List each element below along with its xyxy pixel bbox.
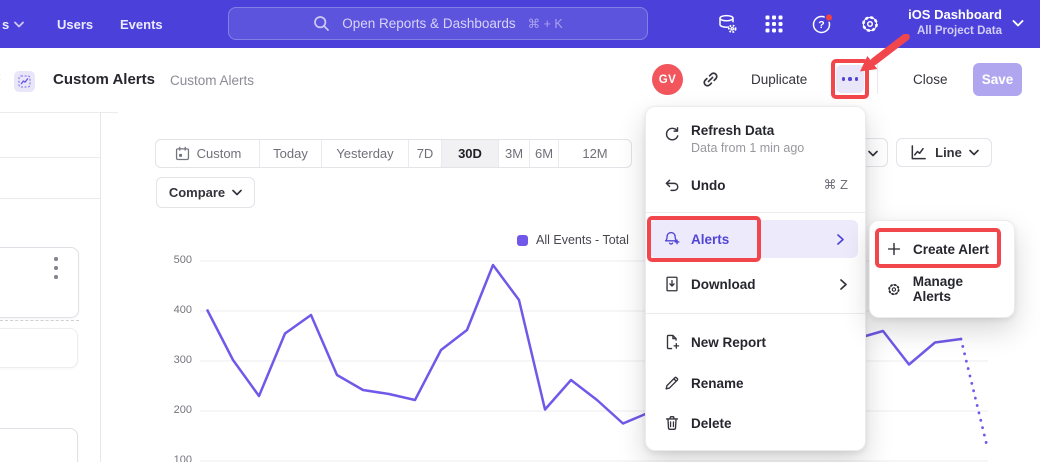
y-tick-label: 100: [158, 454, 192, 462]
menu-divider: [646, 212, 865, 213]
refresh-icon: [663, 126, 681, 144]
alerts-submenu: Create Alert Manage Alerts: [869, 220, 1015, 318]
date-range-7d[interactable]: 7D: [408, 140, 441, 167]
menu-divider: [646, 313, 865, 314]
y-tick-label: 400: [158, 304, 192, 316]
date-range-3m[interactable]: 3M: [498, 140, 529, 167]
notification-dot: [825, 14, 832, 21]
report-header: ‹ Custom Alerts Custom Alerts GV Duplica…: [0, 48, 1040, 112]
search-shortcut: ⌘ + K: [528, 16, 563, 31]
undo-icon: [663, 176, 681, 194]
close-button[interactable]: Close: [913, 72, 948, 87]
menu-item-delete[interactable]: Delete: [646, 403, 865, 443]
chevron-down-icon: [14, 21, 24, 28]
chevron-down-icon: [232, 189, 242, 196]
project-name: iOS Dashboard: [908, 6, 1002, 24]
search-icon: [313, 15, 330, 32]
kebab-menu-icon[interactable]: [54, 257, 58, 279]
svg-text:?: ?: [818, 19, 824, 31]
report-icon: [14, 71, 35, 92]
search-placeholder: Open Reports & Dashboards: [342, 16, 515, 31]
nav-item-users[interactable]: Users: [57, 0, 93, 48]
legend-label: All Events - Total: [536, 233, 629, 247]
date-range-today[interactable]: Today: [259, 140, 321, 167]
gear-icon: [886, 281, 902, 298]
data-management-icon[interactable]: [716, 13, 738, 35]
y-tick-label: 300: [158, 354, 192, 366]
chart-type-button[interactable]: Line: [896, 138, 992, 167]
compare-button[interactable]: Compare: [156, 177, 255, 208]
date-range-12m[interactable]: 12M: [558, 140, 631, 167]
breadcrumb: Custom Alerts: [170, 73, 254, 88]
date-range-custom[interactable]: Custom: [156, 140, 259, 167]
more-options-menu: Refresh Data Data from 1 min ago Undo ⌘ …: [645, 106, 866, 451]
line-chart-icon: [909, 143, 928, 162]
download-icon: [663, 275, 681, 293]
date-range-30d[interactable]: 30D: [441, 140, 498, 167]
bell-plus-icon: [663, 230, 681, 248]
collapse-chevron-fragment[interactable]: ‹: [0, 68, 1, 85]
header-divider: [877, 64, 878, 94]
chevron-down-icon: [1012, 19, 1024, 28]
y-tick-label: 500: [158, 254, 192, 266]
page-title: Custom Alerts: [53, 71, 155, 88]
more-options-button[interactable]: [836, 65, 864, 93]
query-card[interactable]: [0, 247, 79, 318]
date-range-yesterday[interactable]: Yesterday: [321, 140, 408, 167]
copy-link-icon[interactable]: [700, 69, 721, 90]
pencil-icon: [663, 374, 681, 392]
series-line-dotted-tail: [961, 339, 987, 446]
trash-icon: [663, 414, 681, 432]
date-range-6m[interactable]: 6M: [529, 140, 558, 167]
plus-icon: [886, 241, 902, 257]
chevron-down-icon: [868, 150, 878, 157]
project-scope: All Project Data: [908, 24, 1002, 38]
refresh-data-subtitle: Data from 1 min ago: [691, 141, 804, 155]
nav-item-events[interactable]: Events: [120, 0, 163, 48]
settings-gear-icon[interactable]: [859, 13, 881, 35]
menu-item-undo[interactable]: Undo ⌘ Z: [646, 165, 865, 205]
legend-item[interactable]: All Events - Total: [517, 233, 629, 247]
menu-item-rename[interactable]: Rename: [646, 363, 865, 403]
menu-item-alerts[interactable]: Alerts: [650, 220, 858, 258]
legend-swatch: [517, 235, 528, 246]
submenu-item-create-alert[interactable]: Create Alert: [870, 229, 1014, 269]
query-card[interactable]: [0, 428, 78, 462]
duplicate-button[interactable]: Duplicate: [751, 72, 807, 87]
top-navbar: s Users Events Open Reports & Dashboards…: [0, 0, 1040, 48]
help-icon[interactable]: ?: [811, 13, 833, 35]
sidebar-divider: [0, 157, 100, 158]
chevron-right-icon: [836, 233, 845, 246]
avatar[interactable]: GV: [652, 64, 683, 95]
search-input[interactable]: Open Reports & Dashboards ⌘ + K: [228, 7, 648, 40]
new-report-icon: [663, 333, 681, 351]
date-range-selector: Custom Today Yesterday 7D 30D 3M 6M 12M: [155, 139, 632, 168]
sidebar-divider: [0, 198, 100, 199]
nav-item-partial[interactable]: s: [2, 0, 24, 48]
project-switcher[interactable]: iOS Dashboard All Project Data: [908, 6, 1002, 38]
save-button[interactable]: Save: [973, 63, 1022, 96]
content-divider: [100, 112, 101, 462]
chevron-down-icon: [969, 149, 979, 156]
menu-item-refresh-data[interactable]: Refresh Data Data from 1 min ago: [646, 113, 865, 165]
y-tick-label: 200: [158, 404, 192, 416]
chevron-right-icon: [839, 278, 848, 291]
undo-shortcut: ⌘ Z: [823, 177, 848, 193]
submenu-item-manage-alerts[interactable]: Manage Alerts: [870, 269, 1014, 309]
menu-item-download[interactable]: Download: [646, 262, 865, 306]
apps-grid-icon[interactable]: [763, 13, 785, 35]
calendar-icon: [174, 145, 191, 162]
query-card[interactable]: [0, 328, 78, 368]
drop-zone-dashed-line: [0, 320, 79, 321]
menu-item-new-report[interactable]: New Report: [646, 321, 865, 363]
